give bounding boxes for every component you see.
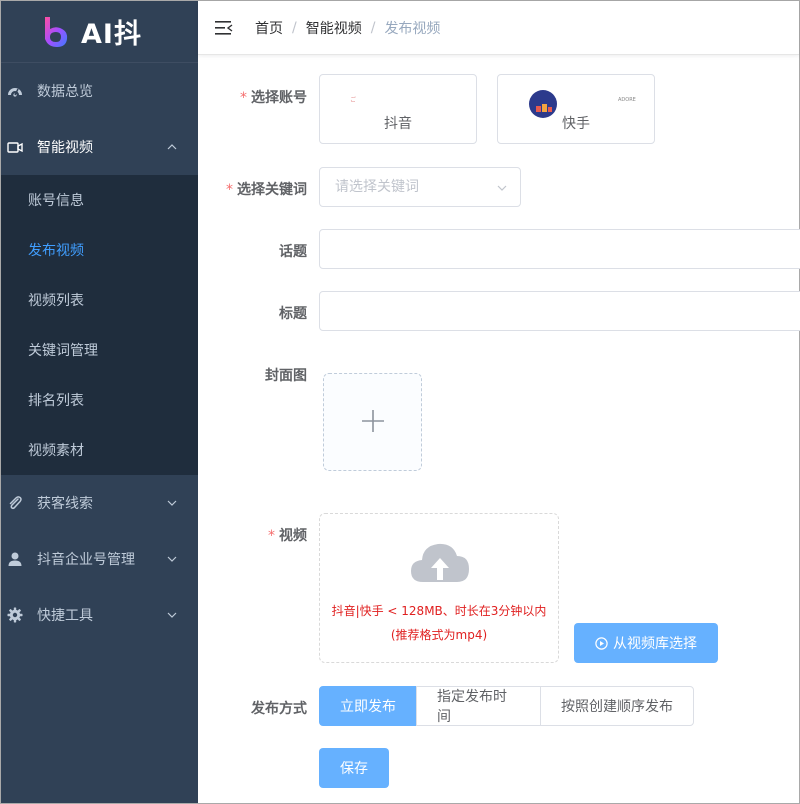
breadcrumb-current: 发布视频 bbox=[384, 20, 441, 37]
breadcrumb-separator: / bbox=[370, 19, 376, 36]
keyword-select[interactable] bbox=[319, 167, 521, 207]
save-button[interactable]: 保存 bbox=[319, 748, 389, 788]
cover-upload[interactable] bbox=[323, 373, 422, 471]
sidebar-item-dashboard[interactable]: 数据总览 bbox=[1, 63, 198, 119]
logo-text: AI抖 bbox=[81, 19, 142, 50]
keyword-label: * 选择关键词 bbox=[226, 182, 307, 198]
sidebar-item-label: 智能视频 bbox=[37, 140, 93, 156]
account-name: 抖音 bbox=[384, 116, 412, 132]
title-label: 标题 bbox=[279, 306, 307, 322]
header: 首页 / 智能视频 / 发布视频 bbox=[198, 1, 799, 55]
breadcrumb-separator: / bbox=[292, 19, 297, 36]
chevron-up-icon bbox=[166, 141, 178, 153]
account-thumbnail: ご bbox=[350, 97, 357, 104]
sidebar-item-label: 获客线索 bbox=[37, 496, 93, 512]
sidebar-item-video-material[interactable]: 视频素材 bbox=[1, 425, 198, 475]
publish-now-option[interactable]: 立即发布 bbox=[319, 686, 417, 726]
publish-sequential-option[interactable]: 按照创建顺序发布 bbox=[540, 686, 694, 726]
cover-label: 封面图 bbox=[265, 368, 307, 384]
sidebar-item-label: 快捷工具 bbox=[37, 608, 93, 624]
sidebar-item-leads[interactable]: 获客线索 bbox=[1, 475, 198, 531]
user-icon bbox=[7, 551, 23, 567]
video-camera-icon bbox=[7, 139, 23, 155]
play-circle-icon bbox=[595, 636, 608, 650]
account-card-douyin[interactable]: ご 抖音 bbox=[319, 74, 477, 144]
upload-format-tip: (推荐格式为mp4) bbox=[390, 628, 488, 642]
account-card-kuaishou[interactable]: ADORE 快手 bbox=[497, 74, 655, 144]
sidebar-item-enterprise[interactable]: 抖音企业号管理 bbox=[1, 531, 198, 587]
plus-icon bbox=[361, 409, 385, 437]
gear-icon bbox=[7, 607, 23, 623]
cloud-upload-icon bbox=[409, 536, 471, 588]
breadcrumb: 首页 / 智能视频 / 发布视频 bbox=[255, 18, 440, 38]
sidebar-item-tools[interactable]: 快捷工具 bbox=[1, 587, 198, 643]
chevron-down-icon bbox=[166, 497, 178, 509]
chevron-down-icon bbox=[496, 182, 508, 194]
sidebar: AI抖 数据总览 智能视频 账号信息 发布视频 视频列表 关键词管理 排名列表 … bbox=[1, 1, 198, 803]
chevron-down-icon bbox=[166, 609, 178, 621]
video-upload[interactable]: 抖音|快手 < 128MB、时长在3分钟以内 (推荐格式为mp4) bbox=[319, 513, 559, 663]
select-from-library-button[interactable]: 从视频库选择 bbox=[574, 623, 718, 663]
topic-input[interactable] bbox=[319, 229, 800, 269]
publish-form: *选择账号 ご 抖音 ADORE 快手 *选择关键词 话题 标题 封面图 bbox=[198, 55, 800, 803]
sidebar-item-label: 数据总览 bbox=[37, 84, 93, 100]
sidebar-item-smart-video[interactable]: 智能视频 bbox=[1, 119, 198, 175]
topic-label: 话题 bbox=[279, 244, 307, 260]
library-button-label: 从视频库选择 bbox=[613, 636, 697, 652]
video-label: * 视频 bbox=[268, 528, 307, 544]
sidebar-submenu: 账号信息 发布视频 视频列表 关键词管理 排名列表 视频素材 bbox=[1, 175, 198, 475]
logo[interactable]: AI抖 bbox=[1, 1, 198, 63]
dashboard-icon bbox=[7, 83, 23, 99]
logo-icon bbox=[41, 15, 71, 49]
account-name: 快手 bbox=[562, 116, 590, 132]
chevron-down-icon bbox=[166, 553, 178, 565]
publish-scheduled-option[interactable]: 指定发布时间 bbox=[416, 686, 541, 726]
publish-method-label: 发布方式 bbox=[251, 701, 307, 717]
sidebar-item-label: 抖音企业号管理 bbox=[37, 552, 135, 568]
sidebar-item-keyword-manage[interactable]: 关键词管理 bbox=[1, 325, 198, 375]
breadcrumb-smart-video[interactable]: 智能视频 bbox=[306, 18, 362, 38]
account-label: * 选择账号 bbox=[240, 90, 307, 106]
upload-tip: 抖音|快手 < 128MB、时长在3分钟以内 bbox=[331, 604, 547, 618]
paperclip-icon bbox=[7, 495, 23, 511]
hamburger-icon[interactable] bbox=[215, 20, 233, 36]
title-input[interactable] bbox=[319, 291, 800, 331]
sidebar-item-video-list[interactable]: 视频列表 bbox=[1, 275, 198, 325]
breadcrumb-home[interactable]: 首页 bbox=[255, 18, 283, 38]
sidebar-item-ranking-list[interactable]: 排名列表 bbox=[1, 375, 198, 425]
keyword-input[interactable] bbox=[320, 168, 480, 206]
sidebar-item-account-info[interactable]: 账号信息 bbox=[1, 175, 198, 225]
publish-method-group: 立即发布 指定发布时间 按照创建顺序发布 bbox=[319, 686, 694, 726]
sidebar-item-publish-video[interactable]: 发布视频 bbox=[1, 225, 198, 275]
account-thumbnail: ADORE bbox=[618, 97, 636, 103]
